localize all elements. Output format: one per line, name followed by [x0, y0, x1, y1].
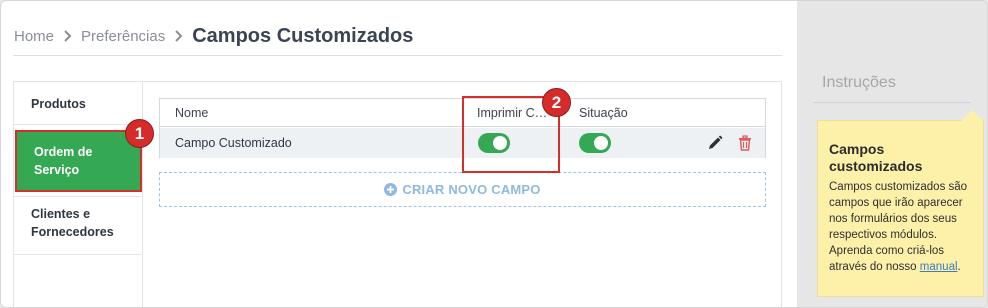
- tooltip-text: Campos customizados são campos que irão …: [829, 181, 968, 273]
- chevron-right-icon: [174, 30, 183, 42]
- create-field-button[interactable]: CRIAR NOVO CAMPO: [159, 172, 766, 207]
- breadcrumb: Home Preferências Campos Customizados: [14, 21, 413, 51]
- settings-nav: Produtos Ordem de Serviço Clientes e For…: [13, 81, 144, 307]
- app-frame: Home Preferências Campos Customizados Pr…: [0, 0, 988, 308]
- create-field-label: CRIAR NOVO CAMPO: [402, 182, 541, 197]
- annotation-badge-2: 2: [542, 88, 571, 117]
- nav-item-label: Produtos: [31, 97, 86, 111]
- nav-divider: [14, 196, 144, 197]
- tooltip-body: Campos customizados são campos que irão …: [829, 179, 973, 275]
- column-header-name: Nome: [175, 106, 209, 120]
- title-divider: [13, 55, 782, 56]
- tooltip-arrow: [961, 110, 983, 121]
- instructions-title: Instruções: [822, 74, 896, 91]
- status-toggle[interactable]: [579, 133, 611, 153]
- nav-item-produtos[interactable]: Produtos: [14, 92, 144, 116]
- tooltip-title: Campos customizados: [829, 141, 923, 174]
- breadcrumb-preferences[interactable]: Preferências: [81, 28, 165, 45]
- nav-item-label: Clientes e Fornecedores: [31, 207, 114, 239]
- nav-item-label: Ordem de Serviço: [34, 145, 93, 177]
- page-title: Campos Customizados: [192, 24, 414, 47]
- tooltip-end: .: [957, 261, 961, 273]
- breadcrumb-home[interactable]: Home: [14, 28, 54, 45]
- nav-item-clientes-e-fornecedores[interactable]: Clientes e Fornecedores: [14, 204, 144, 242]
- instructions-panel: Instruções Campos customizados Campos cu…: [797, 1, 987, 307]
- nav-divider: [14, 124, 144, 125]
- trash-icon[interactable]: [737, 135, 753, 151]
- instructions-divider: [813, 102, 971, 103]
- nav-item-ordem-de-servico[interactable]: Ordem de Serviço: [15, 130, 142, 192]
- pencil-icon[interactable]: [707, 135, 723, 151]
- plus-circle-icon: [384, 183, 398, 196]
- manual-link[interactable]: manual: [920, 261, 958, 273]
- field-name-cell: Campo Customizado: [175, 136, 292, 150]
- nav-divider: [14, 254, 144, 255]
- help-tooltip: Campos customizados Campos customizados …: [817, 110, 984, 297]
- chevron-right-icon: [63, 30, 72, 42]
- annotation-badge-1: 1: [125, 119, 154, 148]
- column-header-status: Situação: [579, 106, 628, 120]
